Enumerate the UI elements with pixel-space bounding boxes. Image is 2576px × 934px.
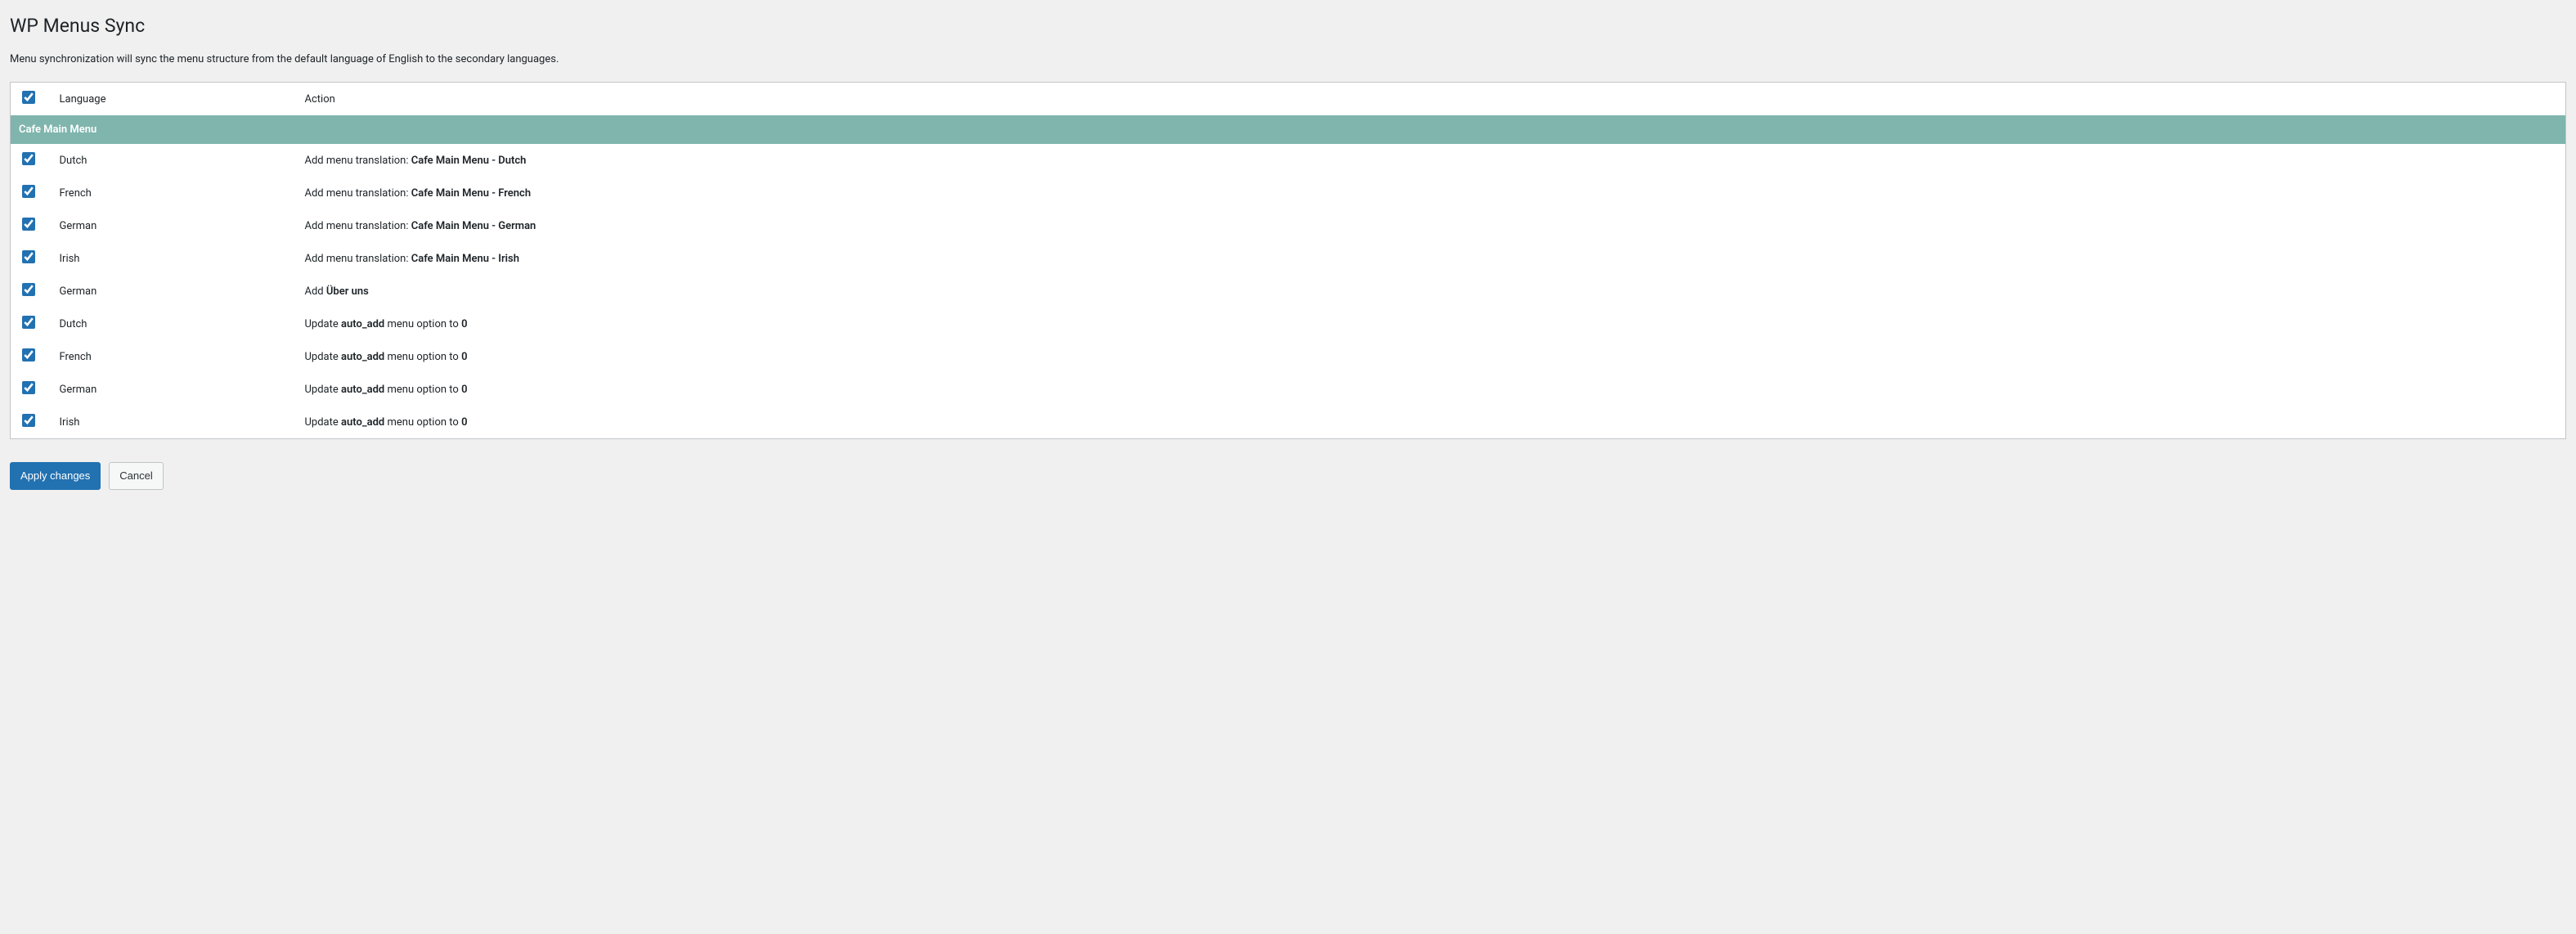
apply-changes-button[interactable]: Apply changes bbox=[10, 462, 101, 490]
action-prefix: Add menu translation: bbox=[305, 155, 411, 167]
action-bold: Über uns bbox=[326, 285, 369, 298]
action-bold: auto_add bbox=[341, 416, 384, 429]
row-checkbox[interactable] bbox=[22, 250, 35, 263]
row-language: Irish bbox=[52, 406, 297, 439]
action-prefix: Update bbox=[305, 351, 342, 363]
row-checkbox[interactable] bbox=[22, 218, 35, 231]
action-bold: Cafe Main Menu - German bbox=[411, 220, 536, 232]
header-action: Action bbox=[297, 83, 2566, 116]
table-row: GermanUpdate auto_add menu option to 0 bbox=[11, 373, 2566, 406]
row-checkbox-cell bbox=[11, 308, 52, 340]
select-all-checkbox[interactable] bbox=[22, 91, 35, 104]
action-bold: auto_add bbox=[341, 351, 384, 363]
page-title: WP Menus Sync bbox=[10, 15, 2566, 37]
action-prefix: Add menu translation: bbox=[305, 220, 411, 232]
action-bold2: 0 bbox=[461, 416, 467, 429]
menu-group-label: Cafe Main Menu bbox=[11, 115, 2566, 144]
row-action: Add menu translation: Cafe Main Menu - I… bbox=[297, 242, 2566, 275]
row-checkbox-cell bbox=[11, 406, 52, 439]
cancel-button[interactable]: Cancel bbox=[109, 462, 163, 490]
table-row: GermanAdd Über uns bbox=[11, 275, 2566, 308]
row-language: German bbox=[52, 209, 297, 242]
row-action: Add menu translation: Cafe Main Menu - F… bbox=[297, 177, 2566, 209]
row-checkbox-cell bbox=[11, 373, 52, 406]
menu-group-row: Cafe Main Menu bbox=[11, 115, 2566, 144]
row-checkbox-cell bbox=[11, 242, 52, 275]
row-language: French bbox=[52, 177, 297, 209]
row-checkbox-cell bbox=[11, 275, 52, 308]
row-checkbox-cell bbox=[11, 177, 52, 209]
action-bold2: 0 bbox=[461, 351, 467, 363]
row-checkbox[interactable] bbox=[22, 414, 35, 427]
action-suffix: menu option to bbox=[384, 318, 461, 330]
header-checkbox-cell bbox=[11, 83, 52, 116]
table-row: FrenchAdd menu translation: Cafe Main Me… bbox=[11, 177, 2566, 209]
row-checkbox[interactable] bbox=[22, 348, 35, 361]
row-language: Irish bbox=[52, 242, 297, 275]
row-checkbox-cell bbox=[11, 209, 52, 242]
row-action: Update auto_add menu option to 0 bbox=[297, 373, 2566, 406]
row-checkbox[interactable] bbox=[22, 283, 35, 296]
action-bold: auto_add bbox=[341, 384, 384, 396]
action-bold: auto_add bbox=[341, 318, 384, 330]
action-prefix: Add menu translation: bbox=[305, 187, 411, 200]
table-row: DutchAdd menu translation: Cafe Main Men… bbox=[11, 144, 2566, 177]
page-description: Menu synchronization will sync the menu … bbox=[10, 53, 2566, 65]
menu-sync-table: Language Action Cafe Main Menu DutchAdd … bbox=[10, 82, 2566, 439]
table-row: FrenchUpdate auto_add menu option to 0 bbox=[11, 340, 2566, 373]
row-checkbox[interactable] bbox=[22, 152, 35, 165]
table-row: DutchUpdate auto_add menu option to 0 bbox=[11, 308, 2566, 340]
action-prefix: Add menu translation: bbox=[305, 253, 411, 265]
action-prefix: Update bbox=[305, 318, 342, 330]
row-language: Dutch bbox=[52, 144, 297, 177]
header-language: Language bbox=[52, 83, 297, 116]
row-checkbox[interactable] bbox=[22, 316, 35, 329]
action-prefix: Add bbox=[305, 285, 326, 298]
action-bold2: 0 bbox=[461, 318, 467, 330]
row-language: Dutch bbox=[52, 308, 297, 340]
action-buttons: Apply changes Cancel bbox=[10, 462, 2566, 490]
row-language: French bbox=[52, 340, 297, 373]
row-action: Add Über uns bbox=[297, 275, 2566, 308]
row-action: Update auto_add menu option to 0 bbox=[297, 340, 2566, 373]
table-row: IrishAdd menu translation: Cafe Main Men… bbox=[11, 242, 2566, 275]
row-language: German bbox=[52, 373, 297, 406]
action-suffix: menu option to bbox=[384, 351, 461, 363]
table-row: IrishUpdate auto_add menu option to 0 bbox=[11, 406, 2566, 439]
action-bold2: 0 bbox=[461, 384, 467, 396]
row-checkbox[interactable] bbox=[22, 381, 35, 394]
action-prefix: Update bbox=[305, 416, 342, 429]
action-prefix: Update bbox=[305, 384, 342, 396]
row-checkbox[interactable] bbox=[22, 185, 35, 198]
row-action: Add menu translation: Cafe Main Menu - D… bbox=[297, 144, 2566, 177]
action-suffix: menu option to bbox=[384, 384, 461, 396]
action-suffix: menu option to bbox=[384, 416, 461, 429]
row-action: Update auto_add menu option to 0 bbox=[297, 406, 2566, 439]
row-action: Update auto_add menu option to 0 bbox=[297, 308, 2566, 340]
action-bold: Cafe Main Menu - French bbox=[411, 187, 531, 200]
table-row: GermanAdd menu translation: Cafe Main Me… bbox=[11, 209, 2566, 242]
row-checkbox-cell bbox=[11, 144, 52, 177]
action-bold: Cafe Main Menu - Dutch bbox=[411, 155, 527, 167]
row-checkbox-cell bbox=[11, 340, 52, 373]
row-action: Add menu translation: Cafe Main Menu - G… bbox=[297, 209, 2566, 242]
row-language: German bbox=[52, 275, 297, 308]
action-bold: Cafe Main Menu - Irish bbox=[411, 253, 519, 265]
